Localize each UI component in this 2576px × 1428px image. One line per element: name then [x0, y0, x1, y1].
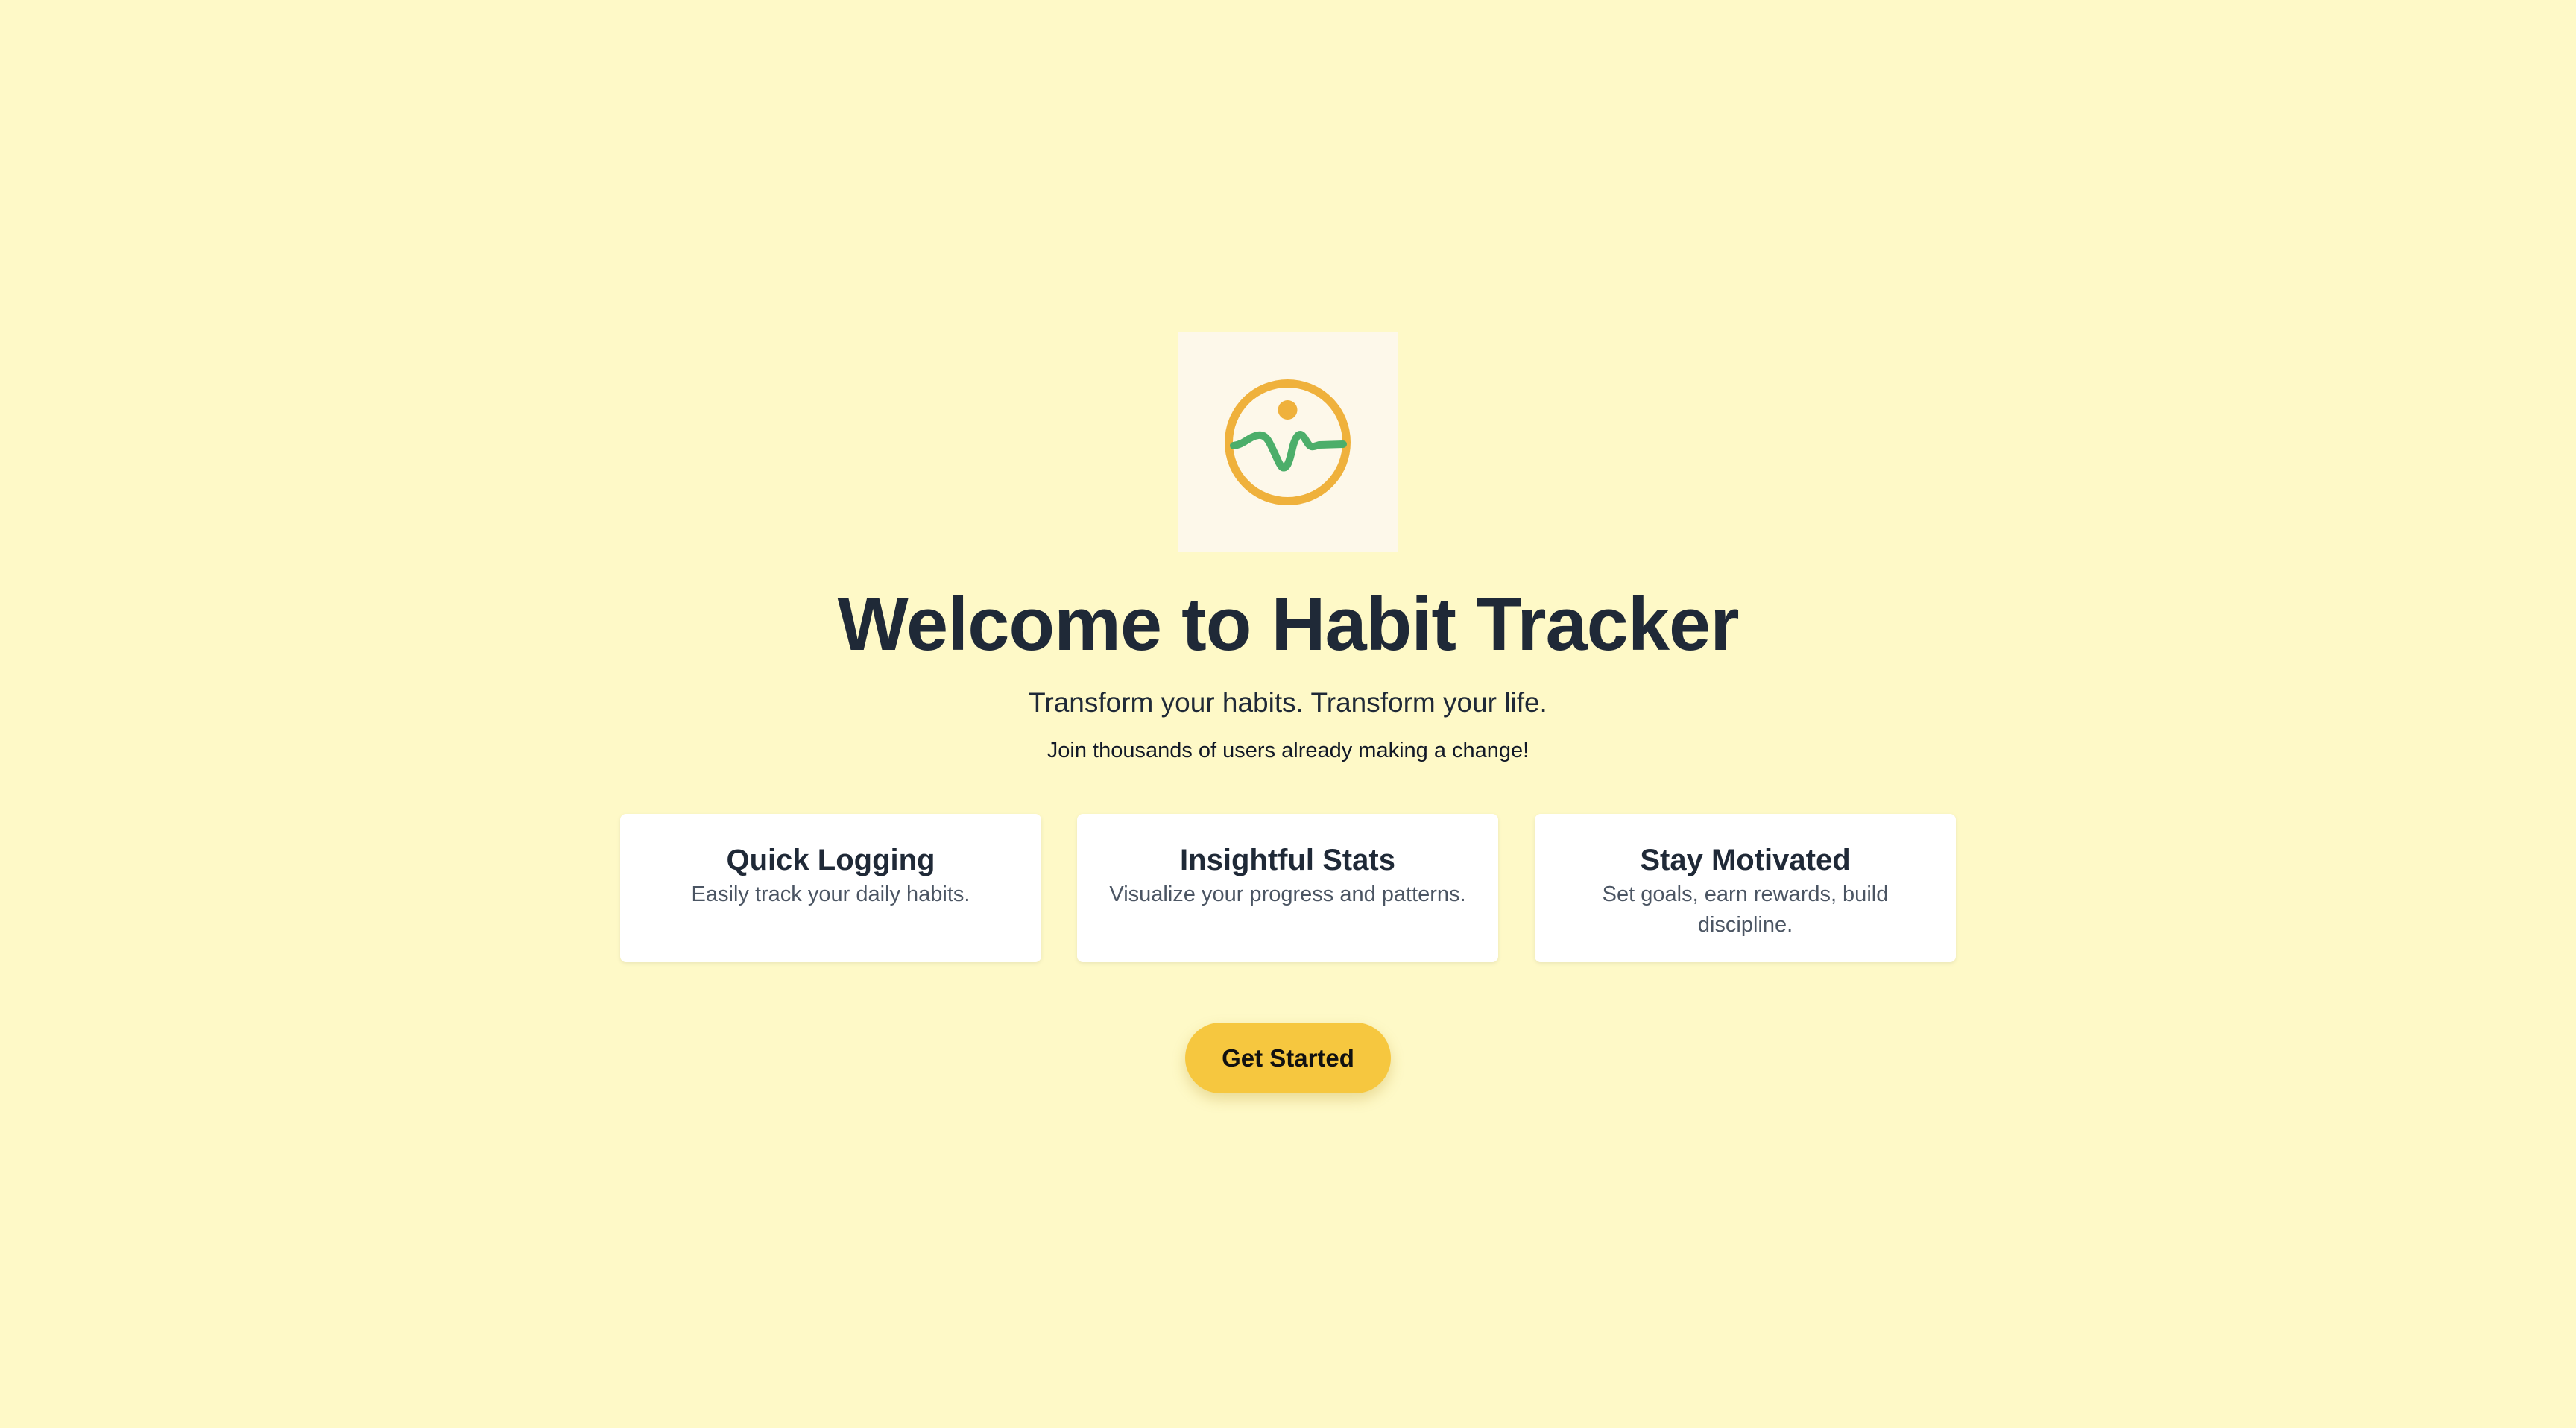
feature-card-insightful-stats: Insightful Stats Visualize your progress… — [1077, 814, 1498, 962]
page-subtitle: Transform your habits. Transform your li… — [1029, 687, 1547, 718]
feature-card-description: Easily track your daily habits. — [691, 882, 970, 906]
feature-card-stay-motivated: Stay Motivated Set goals, earn rewards, … — [1535, 814, 1956, 962]
feature-card-description: Visualize your progress and patterns. — [1109, 882, 1466, 906]
feature-card-description: Set goals, earn rewards, build disciplin… — [1602, 882, 1889, 937]
habit-pulse-logo-icon — [1225, 379, 1351, 505]
feature-card-title: Stay Motivated — [1640, 844, 1851, 876]
get-started-button[interactable]: Get Started — [1185, 1023, 1391, 1093]
tagline-text: Join thousands of users already making a… — [1046, 739, 1530, 762]
feature-card-title: Quick Logging — [726, 844, 935, 876]
feature-card-quick-logging: Quick Logging Easily track your daily ha… — [620, 814, 1041, 962]
welcome-hero: Welcome to Habit Tracker Transform your … — [0, 0, 2576, 1428]
app-logo — [1178, 332, 1398, 552]
feature-card-title: Insightful Stats — [1180, 844, 1395, 876]
page-title: Welcome to Habit Tracker — [837, 583, 1739, 666]
